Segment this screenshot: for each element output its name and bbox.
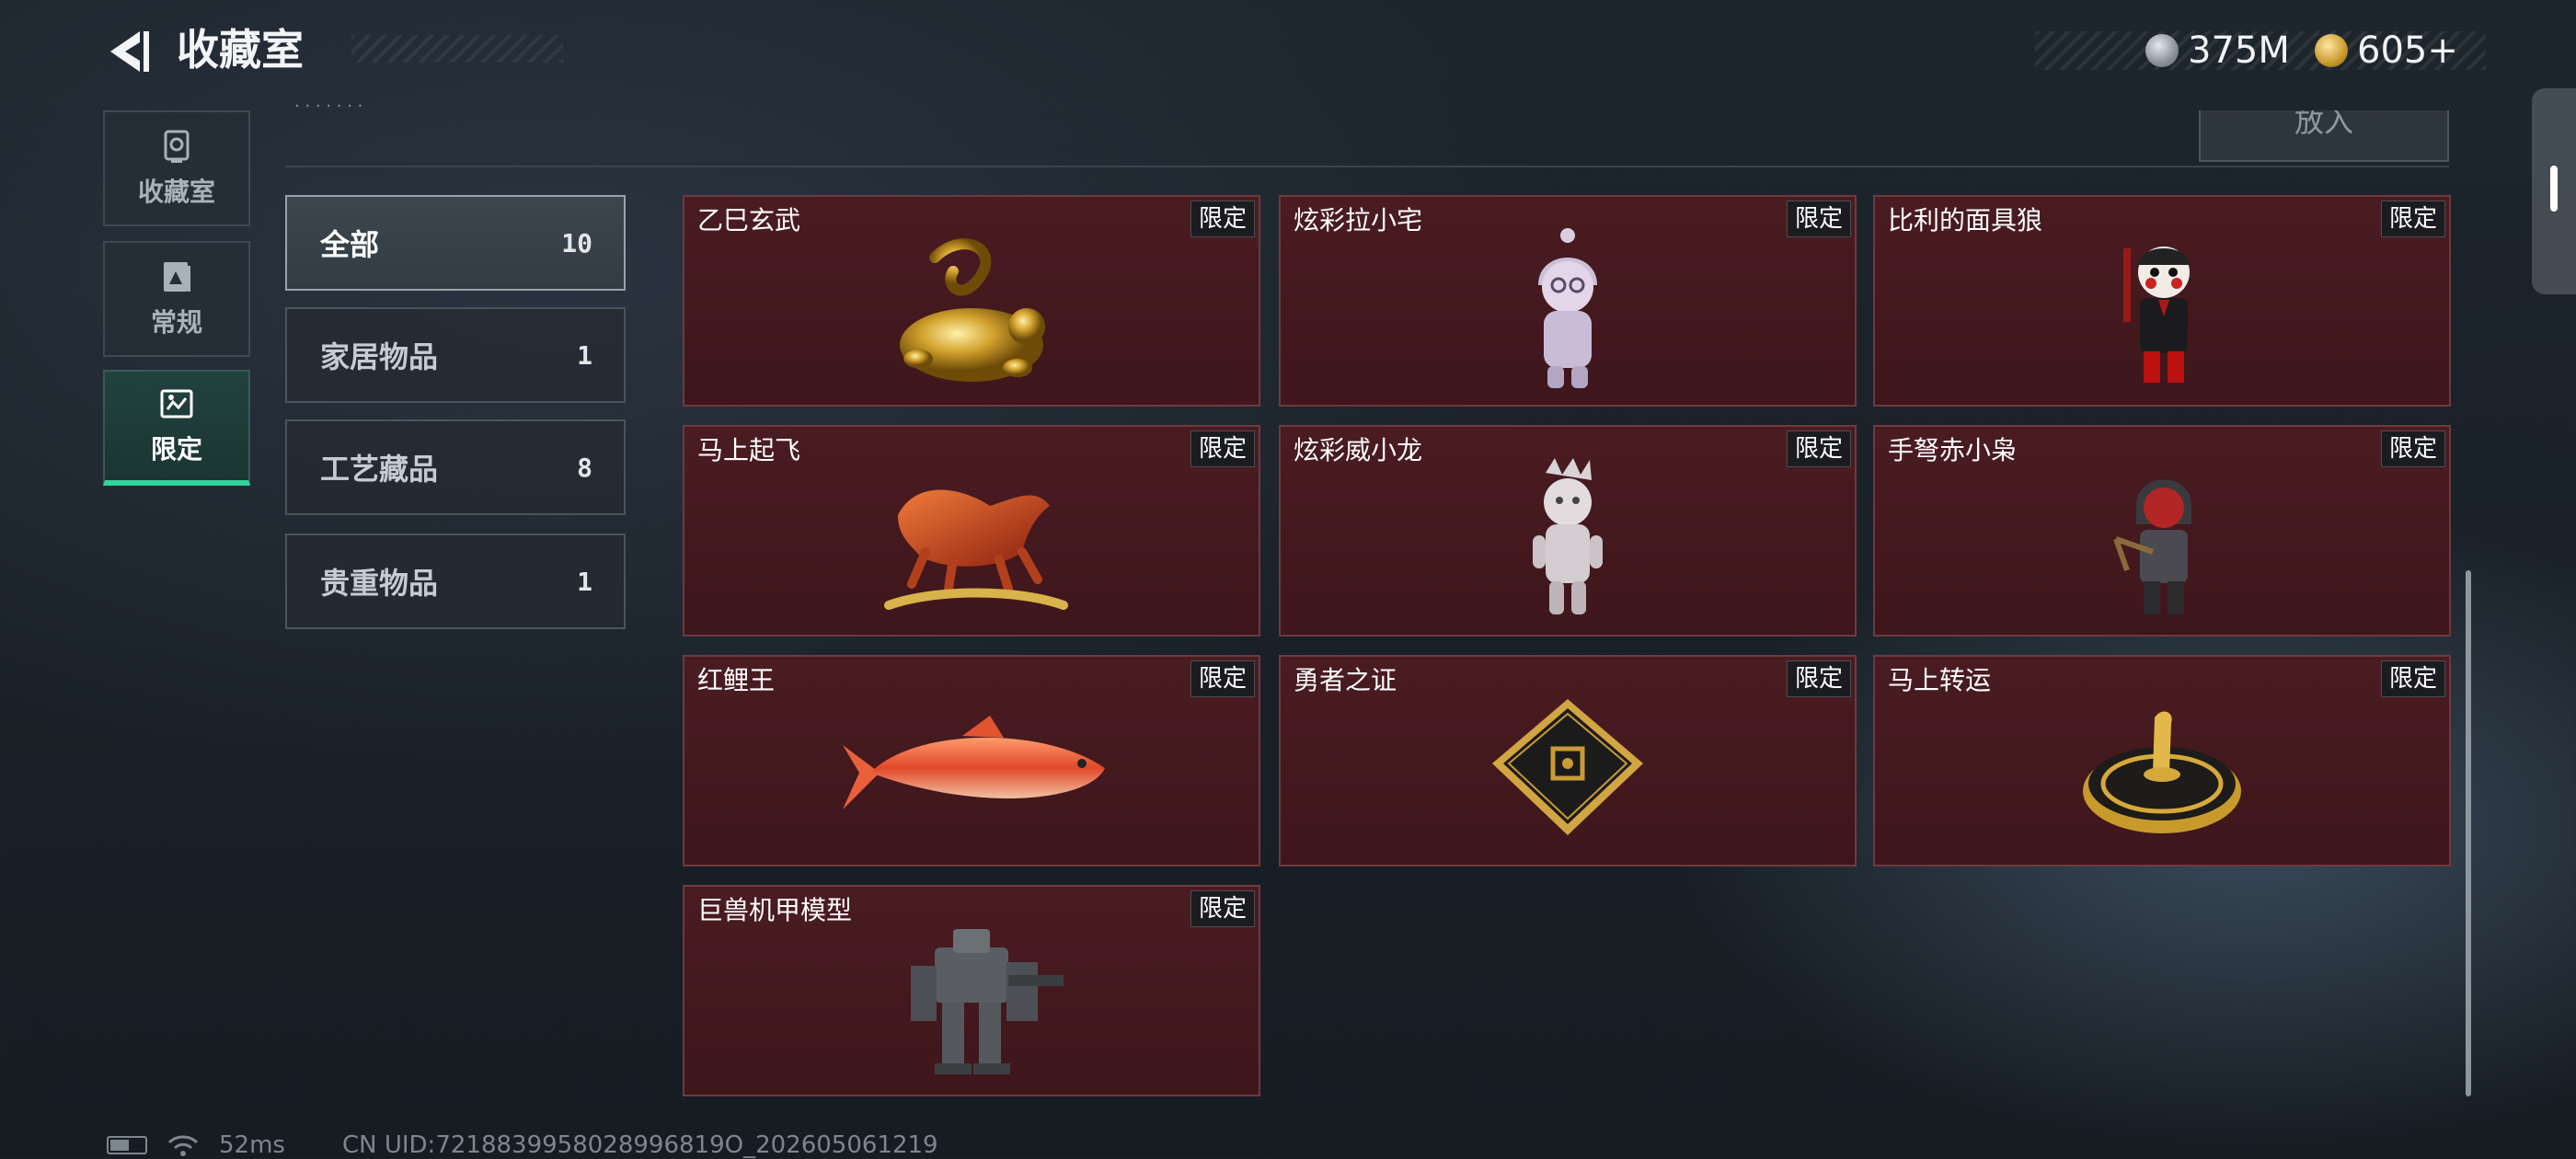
category-label: 家居物品 xyxy=(320,339,439,374)
nav-item-limited[interactable]: 限定 xyxy=(103,370,250,486)
status-bar: 52ms CN UID:7218839958028996819O_2026050… xyxy=(107,1131,938,1159)
item-card[interactable]: 炫彩拉小宅 限定 xyxy=(1279,195,1857,407)
limited-badge: 限定 xyxy=(2381,660,2445,697)
mech-model-icon xyxy=(834,911,1110,1095)
category-all[interactable]: 全部 10 xyxy=(285,195,626,291)
item-card[interactable]: 手弩赤小枭 限定 xyxy=(1873,425,2451,637)
page-title: 收藏室 xyxy=(177,22,563,77)
limited-badge: 限定 xyxy=(1190,201,1255,237)
currency-silver[interactable]: 375M xyxy=(2145,28,2290,74)
item-card[interactable]: 马上转运 限定 xyxy=(1873,655,2451,866)
currency-gold-value: 605+ xyxy=(2357,29,2458,72)
item-name: 马上起飞 xyxy=(697,435,801,465)
gold-coin-icon xyxy=(2315,34,2348,67)
item-name: 炫彩拉小宅 xyxy=(1294,205,1423,235)
item-name: 手弩赤小枭 xyxy=(1888,435,2018,465)
list-scrollbar[interactable] xyxy=(2466,570,2471,1096)
silver-dragon-doll-icon xyxy=(1430,451,1706,635)
drawer-grip xyxy=(2550,166,2558,212)
red-carp-icon xyxy=(806,681,1137,865)
item-card[interactable]: 炫彩威小龙 限定 xyxy=(1279,425,1857,637)
limited-badge: 限定 xyxy=(2381,201,2445,237)
nav-item-collection-room[interactable]: 收藏室 xyxy=(103,110,250,226)
item-card[interactable]: 红鲤王 限定 xyxy=(683,655,1260,866)
nav-item-label: 收藏室 xyxy=(137,177,215,207)
ping-text: 52ms xyxy=(219,1131,285,1159)
limited-badge: 限定 xyxy=(1787,201,1851,237)
scrolled-hint-text: · · · · · · · xyxy=(294,103,363,116)
item-name: 巨兽机甲模型 xyxy=(697,895,853,925)
item-card[interactable]: 比利的面具狼 限定 xyxy=(1873,195,2451,407)
uid-text: CN UID:7218839958028996819O_202605061219 xyxy=(341,1131,938,1159)
category-crafts[interactable]: 工艺藏品 8 xyxy=(285,419,626,515)
category-home-items[interactable]: 家居物品 1 xyxy=(285,307,626,403)
limited-badge: 限定 xyxy=(1787,430,1851,467)
item-name: 勇者之证 xyxy=(1294,665,1397,695)
category-count: 10 xyxy=(561,227,592,258)
nav-item-label: 限定 xyxy=(150,434,202,465)
trophy-icon xyxy=(164,130,190,163)
item-card[interactable]: 乙巳玄武 限定 xyxy=(683,195,1260,407)
category-count: 1 xyxy=(577,566,592,597)
currency-silver-value: 375M xyxy=(2188,29,2290,72)
limited-badge: 限定 xyxy=(2381,430,2445,467)
side-drawer-handle[interactable] xyxy=(2532,88,2576,294)
limited-badge: 限定 xyxy=(1190,430,1255,467)
nav-item-regular[interactable]: 常规 xyxy=(103,241,250,357)
item-name: 炫彩威小龙 xyxy=(1294,435,1423,465)
golden-horse-disc-icon xyxy=(2024,681,2300,865)
limited-badge: 限定 xyxy=(1787,660,1851,697)
category-label: 工艺藏品 xyxy=(320,452,439,487)
nav-item-label: 常规 xyxy=(150,307,202,338)
silver-coin-icon xyxy=(2145,34,2179,67)
red-hood-crossbow-figure-icon xyxy=(2024,451,2300,635)
limited-badge: 限定 xyxy=(1190,890,1255,927)
document-icon xyxy=(164,262,190,292)
back-button[interactable] xyxy=(103,26,155,77)
put-in-label: 放入 xyxy=(2294,110,2353,139)
item-card[interactable]: 巨兽机甲模型 限定 xyxy=(683,885,1260,1096)
red-horse-statue-icon xyxy=(834,451,1110,635)
category-count: 1 xyxy=(577,339,592,371)
wifi-icon xyxy=(167,1135,199,1156)
hooded-doll-figure-icon xyxy=(1430,221,1706,405)
limited-icon xyxy=(160,389,193,419)
put-in-button[interactable]: 放入 xyxy=(2199,110,2449,162)
divider xyxy=(285,166,2449,167)
golden-snake-turtle-icon xyxy=(834,221,1110,405)
category-label: 全部 xyxy=(320,227,380,262)
limited-badge: 限定 xyxy=(1190,660,1255,697)
item-name: 比利的面具狼 xyxy=(1888,205,2043,235)
category-valuables[interactable]: 贵重物品 1 xyxy=(285,534,626,629)
billy-puppet-figure-icon xyxy=(2024,221,2300,405)
battery-icon xyxy=(107,1136,147,1154)
black-gold-card-icon xyxy=(1430,681,1706,865)
back-arrow-icon xyxy=(110,31,149,72)
currency-gold[interactable]: 605+ xyxy=(2315,28,2458,74)
item-card[interactable]: 马上起飞 限定 xyxy=(683,425,1260,637)
item-name: 红鲤王 xyxy=(697,665,776,695)
item-card[interactable]: 勇者之证 限定 xyxy=(1279,655,1857,866)
category-count: 8 xyxy=(577,452,592,483)
item-name: 马上转运 xyxy=(1888,665,1992,695)
category-label: 贵重物品 xyxy=(320,566,439,601)
item-name: 乙巳玄武 xyxy=(697,205,801,235)
